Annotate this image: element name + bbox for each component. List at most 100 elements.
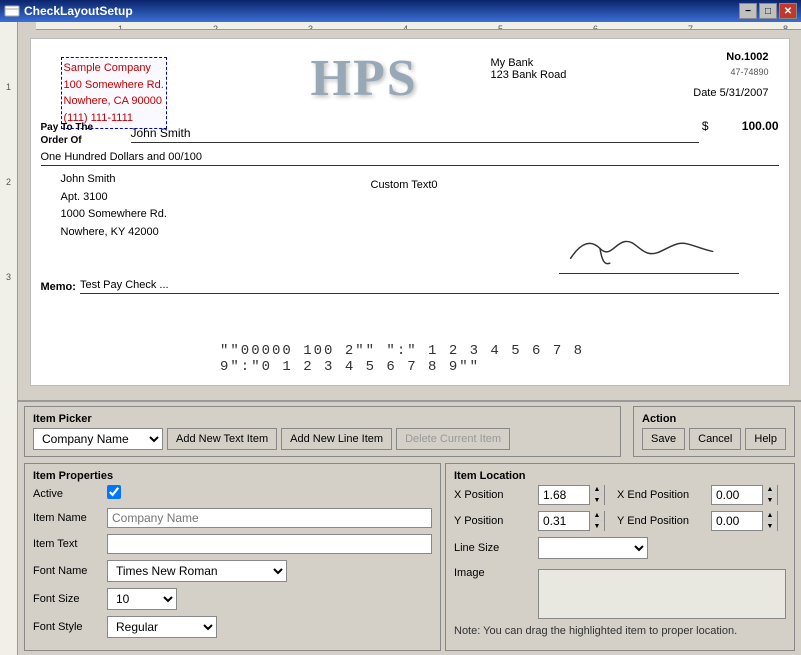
- y-end-label: Y End Position: [617, 515, 707, 527]
- x-pos-label: X Position: [454, 489, 534, 501]
- dollar-amount: 100.00: [742, 119, 779, 133]
- x-pos-up[interactable]: ▲: [590, 485, 604, 495]
- y-end-down[interactable]: ▼: [763, 521, 777, 531]
- y-end-input[interactable]: [712, 512, 762, 530]
- item-properties-label: Item Properties: [33, 470, 432, 482]
- item-picker-row: Item Picker Company Name Bank Name Check…: [24, 406, 795, 457]
- amount-written: One Hundred Dollars and 00/100: [41, 151, 779, 166]
- active-row: Active: [33, 485, 432, 502]
- active-checkbox[interactable]: [107, 485, 121, 499]
- bank-info[interactable]: My Bank 123 Bank Road: [491, 57, 567, 81]
- x-pos-input[interactable]: [539, 486, 589, 504]
- addr-line2: Apt. 3100: [61, 189, 167, 207]
- close-button[interactable]: ✕: [779, 3, 797, 19]
- bank-name: My Bank: [491, 57, 567, 69]
- x-position-row: X Position ▲ ▼ X End Position: [454, 485, 786, 505]
- action-label: Action: [642, 413, 786, 425]
- y-pos-down[interactable]: ▼: [590, 521, 604, 531]
- action-group: Action Save Cancel Help: [633, 406, 795, 457]
- window-controls: − □ ✕: [739, 3, 797, 19]
- x-end-spinbox[interactable]: ▲ ▼: [711, 485, 778, 505]
- left-ruler-mark-3: 3: [0, 272, 17, 282]
- item-name-input[interactable]: [107, 508, 432, 528]
- app-icon: [4, 3, 20, 19]
- cancel-button[interactable]: Cancel: [689, 428, 741, 450]
- company-name: Sample Company: [64, 60, 164, 77]
- pay-to-label: Pay To TheOrder Of: [41, 121, 94, 147]
- delete-item-button[interactable]: Delete Current Item: [396, 428, 510, 450]
- font-size-select[interactable]: 8 9 10 11 12 14: [107, 588, 177, 610]
- x-end-input[interactable]: [712, 486, 762, 504]
- font-size-label: Font Size: [33, 593, 103, 605]
- y-pos-spinbox[interactable]: ▲ ▼: [538, 511, 605, 531]
- line-size-label: Line Size: [454, 542, 534, 554]
- image-row: Image: [454, 565, 786, 619]
- picker-controls: Company Name Bank Name Check Number Pay …: [33, 428, 612, 450]
- y-end-spinbox[interactable]: ▲ ▼: [711, 511, 778, 531]
- font-name-select[interactable]: Times New Roman Arial Courier New Verdan…: [107, 560, 287, 582]
- image-box: [538, 569, 786, 619]
- bank-address: 123 Bank Road: [491, 69, 567, 81]
- line-size-select[interactable]: [538, 537, 648, 559]
- addr-line3: 1000 Somewhere Rd.: [61, 206, 167, 224]
- left-ruler: 1 2 3: [0, 22, 18, 655]
- save-button[interactable]: Save: [642, 428, 685, 450]
- check-date[interactable]: Date 5/31/2007: [693, 87, 768, 99]
- custom-text: Custom Text0: [371, 179, 438, 191]
- minimize-button[interactable]: −: [739, 3, 757, 19]
- font-name-label: Font Name: [33, 565, 103, 577]
- company-address1: 100 Somewhere Rd.: [64, 77, 164, 94]
- location-note: Note: You can drag the highlighted item …: [454, 625, 786, 637]
- item-picker-dropdown[interactable]: Company Name Bank Name Check Number Pay …: [33, 428, 163, 450]
- item-name-row: Item Name: [33, 508, 432, 528]
- memo-line: Memo: Test Pay Check ...: [41, 279, 779, 294]
- signature-area: [559, 224, 739, 274]
- y-pos-up[interactable]: ▲: [590, 511, 604, 521]
- date-value: 5/31/2007: [720, 87, 769, 99]
- item-picker-group: Item Picker Company Name Bank Name Check…: [24, 406, 621, 457]
- add-text-item-button[interactable]: Add New Text Item: [167, 428, 277, 450]
- item-properties-group: Item Properties Active Item Name: [24, 463, 441, 651]
- company-city: Nowhere, CA 90000: [64, 93, 164, 110]
- x-end-up[interactable]: ▲: [763, 485, 777, 495]
- item-text-label: Item Text: [33, 538, 103, 550]
- check-no-value: 1002: [744, 51, 768, 63]
- x-pos-down[interactable]: ▼: [590, 495, 604, 505]
- pay-to-name[interactable]: John Smith: [131, 119, 699, 143]
- action-buttons: Save Cancel Help: [642, 428, 786, 450]
- help-button[interactable]: Help: [745, 428, 786, 450]
- active-label: Active: [33, 488, 103, 500]
- item-text-input[interactable]: [107, 534, 432, 554]
- memo-value: Test Pay Check ...: [80, 279, 779, 294]
- item-text-row: Item Text: [33, 534, 432, 554]
- check-preview-area: Sample Company 100 Somewhere Rd. Nowhere…: [18, 30, 801, 400]
- left-ruler-mark-2: 2: [0, 177, 17, 187]
- x-pos-spinbox[interactable]: ▲ ▼: [538, 485, 605, 505]
- image-label: Image: [454, 567, 534, 579]
- date-label: Date: [693, 87, 716, 99]
- maximize-button[interactable]: □: [759, 3, 777, 19]
- payee-address: John Smith Apt. 3100 1000 Somewhere Rd. …: [61, 171, 167, 241]
- add-line-item-button[interactable]: Add New Line Item: [281, 428, 392, 450]
- y-end-up[interactable]: ▲: [763, 511, 777, 521]
- check-no-label: No.: [726, 51, 744, 63]
- font-style-select[interactable]: Regular Bold Italic Bold Italic: [107, 616, 217, 638]
- dollar-sign: $: [702, 119, 709, 133]
- line-size-row: Line Size: [454, 537, 786, 559]
- check-number[interactable]: No.1002: [726, 51, 768, 63]
- font-name-row: Font Name Times New Roman Arial Courier …: [33, 560, 432, 582]
- font-style-row: Font Style Regular Bold Italic Bold Ital…: [33, 616, 432, 638]
- top-ruler: 1 2 3 4 5 6 7 8: [36, 22, 801, 30]
- x-end-down[interactable]: ▼: [763, 495, 777, 505]
- company-logo[interactable]: HPS: [311, 49, 418, 108]
- title-bar: CheckLayoutSetup − □ ✕: [0, 0, 801, 22]
- x-end-label: X End Position: [617, 489, 707, 501]
- y-pos-input[interactable]: [539, 512, 589, 530]
- item-location-group: Item Location X Position ▲ ▼ X End Posit…: [445, 463, 795, 651]
- bottom-panel: Item Picker Company Name Bank Name Check…: [18, 400, 801, 655]
- item-location-label: Item Location: [454, 470, 786, 482]
- window-title: CheckLayoutSetup: [24, 4, 739, 18]
- check-paper[interactable]: Sample Company 100 Somewhere Rd. Nowhere…: [30, 38, 790, 386]
- micr-line: ""00000 100 2"" ":" 1 2 3 4 5 6 7 8 9":"…: [220, 343, 599, 375]
- memo-label: Memo:: [41, 281, 76, 293]
